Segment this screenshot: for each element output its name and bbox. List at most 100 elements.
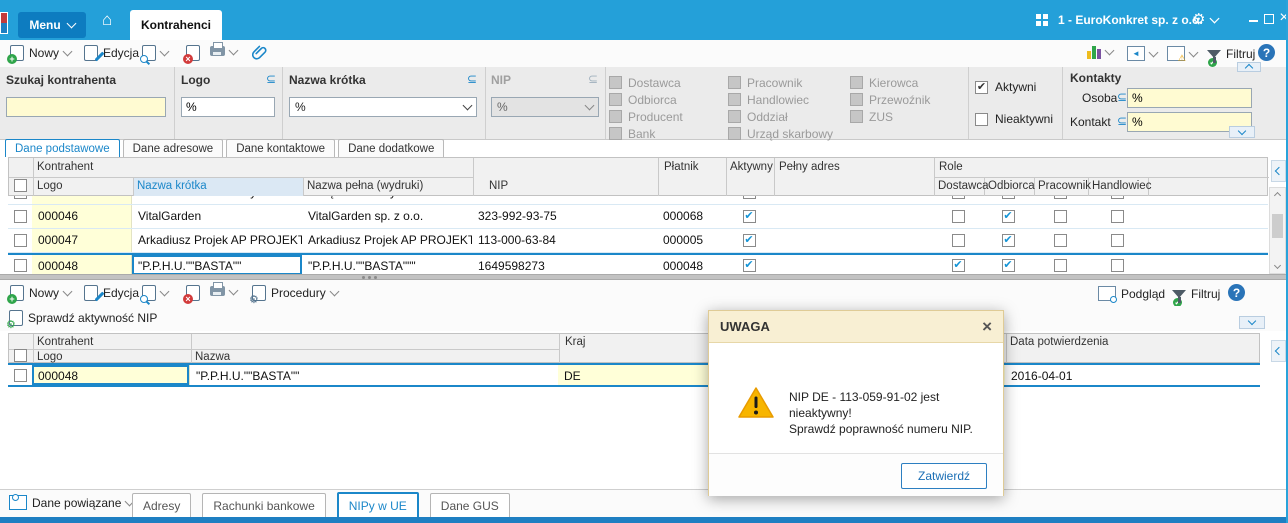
filter-button[interactable]: ✔ Filtruj [1207,47,1255,67]
related-data-button[interactable]: Dane powiązane [9,494,135,510]
checkbox-icon[interactable] [1053,196,1067,199]
table-row[interactable]: 000048 "P.P.H.U.""BASTA"" DE 2016-04-01 [8,363,1260,387]
confirm-button[interactable]: Zatwierdź [900,463,987,489]
table-row[interactable]: 000045US Warszawa BielanyUrząd Skarbowy … [8,196,1268,205]
cell-logo[interactable]: 000048 [32,365,190,385]
search-button[interactable] [140,285,170,303]
cell-logo[interactable]: 000047 [32,229,132,252]
footer-tab-dane-gus[interactable]: Dane GUS [429,493,510,519]
checkbox-icon[interactable] [13,258,27,272]
checkbox-icon[interactable] [1053,210,1067,223]
checkbox-icon[interactable]: ✔ [1001,210,1015,223]
expand-filter-button[interactable] [1237,62,1261,73]
attachment-button[interactable] [252,44,269,61]
dialog-header[interactable]: UWAGA × [709,311,1003,343]
checkbox-icon[interactable] [951,196,965,199]
inactive-filter-checkbox[interactable]: Nieaktywni [975,112,1053,126]
tab-dane-adresowe[interactable]: Dane adresowe [122,139,224,157]
tab-dane-kontaktowe[interactable]: Dane kontaktowe [226,139,336,157]
col-data-potwierdzenia-label[interactable]: Data potwierdzenia [1010,336,1108,348]
cell-pracownik[interactable] [1033,205,1087,228]
view-settings-button[interactable]: ⚠ [1167,46,1199,63]
cell-platnik[interactable] [657,196,725,204]
cell-logo[interactable]: 000048 [32,255,132,274]
analysis-button[interactable] [1087,45,1115,59]
table-row[interactable]: 000046 VitalGarden VitalGarden sp. z o.o. 3… [8,205,1268,229]
col-kraj-label[interactable]: Kraj [565,336,585,348]
cell-pelny-adres[interactable] [773,255,933,274]
print-button[interactable] [210,42,239,56]
cell-pelny-adres[interactable] [773,205,933,228]
cell-nip[interactable]: 323-992-93-75 [472,205,657,228]
cell-odbiorca[interactable]: ✔ [983,255,1033,274]
edit-button[interactable]: Edycja [84,45,139,62]
cell-pracownik[interactable] [1033,255,1087,274]
short-name-filter-select[interactable]: % [289,97,477,117]
scrollbar-thumb[interactable] [1272,214,1283,238]
checkbox-icon[interactable] [1110,210,1124,223]
collapse-filter-button[interactable] [1229,126,1255,138]
cell-logo[interactable]: 000045 [32,196,132,204]
cell-nazwa-krotka[interactable]: Arkadiusz Projek AP PROJEKT [132,229,302,252]
col-nip-label[interactable]: NIP [489,180,508,192]
edit-button[interactable]: Edycja [84,285,139,302]
cell-aktywny[interactable]: ✔ [725,196,773,204]
delete-button[interactable]: × [183,285,200,304]
footer-tab-rachunki-bankowe[interactable]: Rachunki bankowe [202,493,326,519]
check-nip-activity-button[interactable]: ⚙ Sprawdź aktywność NIP [6,310,157,331]
settings-menu[interactable]: ⚙ [1192,12,1220,27]
checkbox-icon[interactable] [1053,234,1067,247]
cell-handlowiec[interactable] [1087,205,1147,228]
row-checkbox[interactable] [8,365,32,385]
table-row[interactable]: 000048 "P.P.H.U.""BASTA"" "P.P.H.U.""BASTA… [8,253,1268,274]
row-checkbox[interactable] [8,229,32,252]
maximize-button[interactable] [1262,12,1276,26]
checkbox-icon[interactable]: ✔ [951,258,965,272]
row-checkbox[interactable] [8,196,32,204]
col-odbiorca-label[interactable]: Odbiorca [988,180,1035,192]
cell-dostawca[interactable] [933,205,983,228]
checkbox-icon[interactable] [13,368,27,382]
col-platnik-label[interactable]: Płatnik [664,161,699,173]
checkbox-icon[interactable] [1110,234,1124,247]
print-button[interactable] [210,282,239,296]
checkbox-icon[interactable] [13,196,27,199]
checkbox-icon[interactable]: ✔ [742,196,756,199]
select-all-checkbox[interactable] [14,179,27,192]
cell-handlowiec[interactable] [1087,255,1147,274]
tab-dane-dodatkowe[interactable]: Dane dodatkowe [338,139,445,157]
cell-nip[interactable]: 1649598273 [472,255,657,274]
row-checkbox[interactable] [8,255,32,274]
cell-pracownik[interactable] [1033,196,1087,204]
cell-nazwa[interactable]: "P.P.H.U.""BASTA"" [190,365,558,385]
cell-nazwa-pelna[interactable]: Urząd Skarbowy Warszawa Bielany [302,196,472,204]
col-logo-label[interactable]: Logo [37,351,63,363]
col-logo-label[interactable]: Logo [37,180,63,192]
table1-scrollbar[interactable] [1269,187,1286,274]
cell-data-potwierdzenia[interactable]: 2016-04-01 [1005,365,1260,385]
cell-odbiorca[interactable]: ✔ [983,229,1033,252]
cell-handlowiec[interactable] [1087,196,1147,204]
cell-aktywny[interactable]: ✔ [725,229,773,252]
help-icon[interactable]: ? [1258,44,1275,61]
procedures-button[interactable]: ⚙ Procedury [249,285,340,306]
layout-button[interactable]: ◄ [1127,46,1159,61]
cell-nazwa-pelna[interactable]: Arkadiusz Projek AP PROJEKT [302,229,472,252]
footer-tab-nipy-w-ue[interactable]: NIPy w UE [336,492,419,520]
cell-dostawca[interactable] [933,196,983,204]
menu-button[interactable]: Menu [18,12,86,38]
cell-filler[interactable] [1147,255,1268,274]
checkbox-icon[interactable] [13,234,27,247]
cell-filler[interactable] [1147,205,1268,228]
cell-nazwa-pelna[interactable]: VitalGarden sp. z o.o. [302,205,472,228]
cell-aktywny[interactable]: ✔ [725,255,773,274]
cell-handlowiec[interactable] [1087,229,1147,252]
checkbox-icon[interactable]: ✔ [742,234,756,247]
person-filter-input[interactable] [1127,88,1252,108]
checkbox-icon[interactable] [1110,258,1124,272]
checkbox-icon[interactable] [1001,196,1015,199]
cell-dostawca[interactable]: ✔ [933,255,983,274]
search-button[interactable] [140,45,170,63]
col-nazwa-krotka-label[interactable]: Nazwa krótka [137,180,207,192]
help-icon[interactable]: ? [1228,284,1245,301]
